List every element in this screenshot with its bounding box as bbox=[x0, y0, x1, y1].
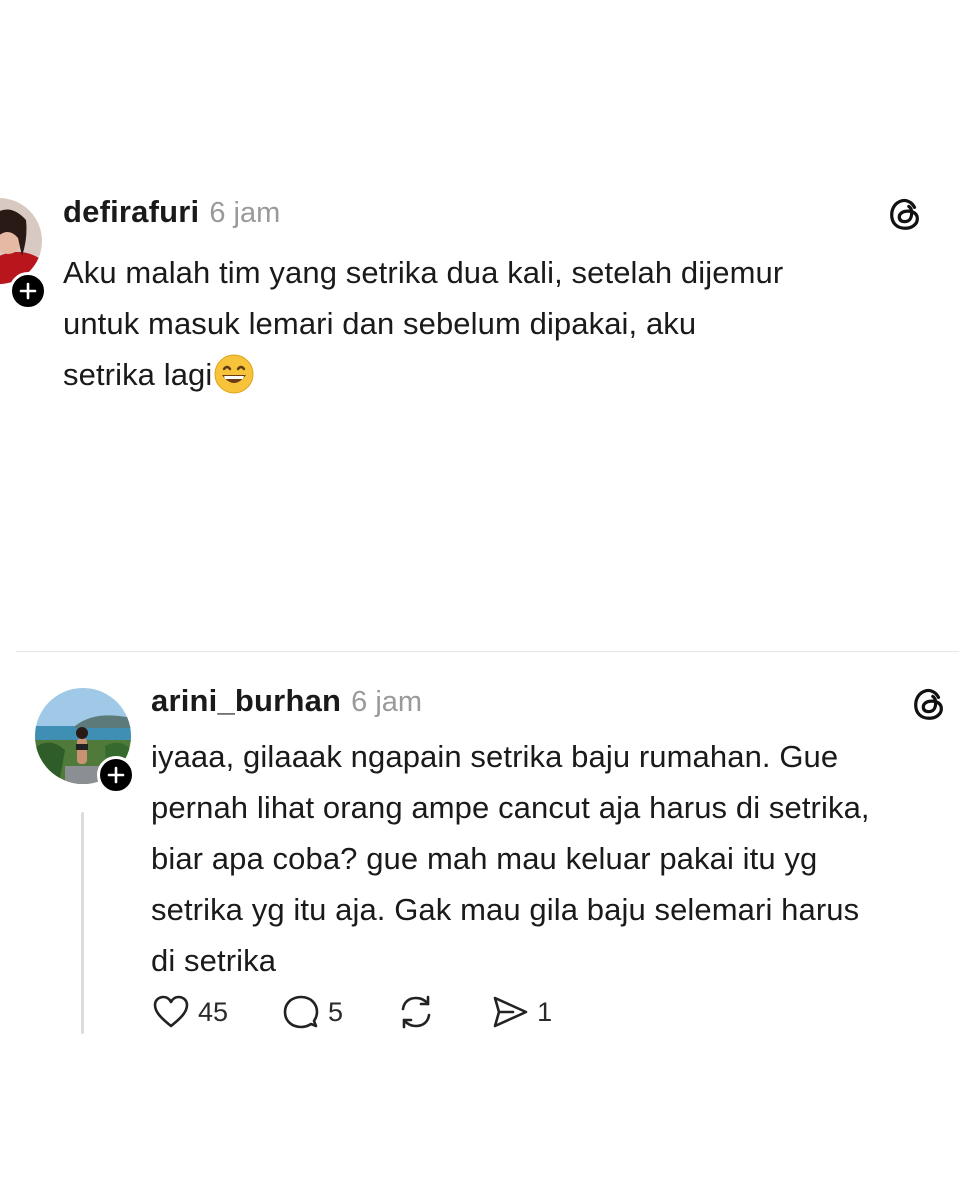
post-header: arini_burhan 6 jam bbox=[151, 683, 422, 719]
reply-count: 5 bbox=[328, 996, 344, 1027]
username[interactable]: arini_burhan bbox=[151, 683, 341, 719]
plus-icon bbox=[19, 282, 37, 300]
avatar[interactable] bbox=[0, 198, 42, 284]
post-text: Aku malah tim yang setrika dua kali, set… bbox=[63, 247, 943, 400]
timestamp: 6 jam bbox=[351, 686, 423, 718]
divider bbox=[16, 651, 959, 652]
follow-button[interactable] bbox=[97, 756, 135, 794]
like-button[interactable]: 45 bbox=[150, 991, 228, 1033]
follow-button[interactable] bbox=[9, 272, 47, 310]
post-defirafuri: defirafuri 6 jam Aku malah tim yang setr… bbox=[0, 185, 959, 445]
threads-logo-icon[interactable] bbox=[886, 195, 924, 233]
thread-line bbox=[81, 812, 84, 1034]
post-text-content: Aku malah tim yang setrika dua kali, set… bbox=[63, 255, 784, 392]
grinning-face-icon bbox=[214, 354, 254, 394]
repost-button[interactable] bbox=[395, 991, 437, 1033]
send-icon bbox=[493, 996, 528, 1028]
post-header: defirafuri 6 jam bbox=[63, 194, 280, 230]
like-count: 45 bbox=[198, 996, 229, 1027]
comment-icon bbox=[283, 995, 319, 1029]
heart-icon bbox=[153, 995, 189, 1028]
threads-logo-icon[interactable] bbox=[910, 685, 948, 723]
post-text: iyaaa, gilaaak ngapain setrika baju ruma… bbox=[151, 739, 870, 978]
plus-icon bbox=[107, 766, 125, 784]
share-count: 1 bbox=[537, 996, 553, 1027]
action-bar: 45 5 1 bbox=[150, 990, 604, 1034]
share-button[interactable]: 1 bbox=[489, 991, 552, 1033]
timestamp: 6 jam bbox=[209, 197, 281, 229]
reply-button[interactable]: 5 bbox=[280, 991, 343, 1033]
repost-icon bbox=[401, 995, 431, 1029]
username[interactable]: defirafuri bbox=[63, 194, 199, 230]
